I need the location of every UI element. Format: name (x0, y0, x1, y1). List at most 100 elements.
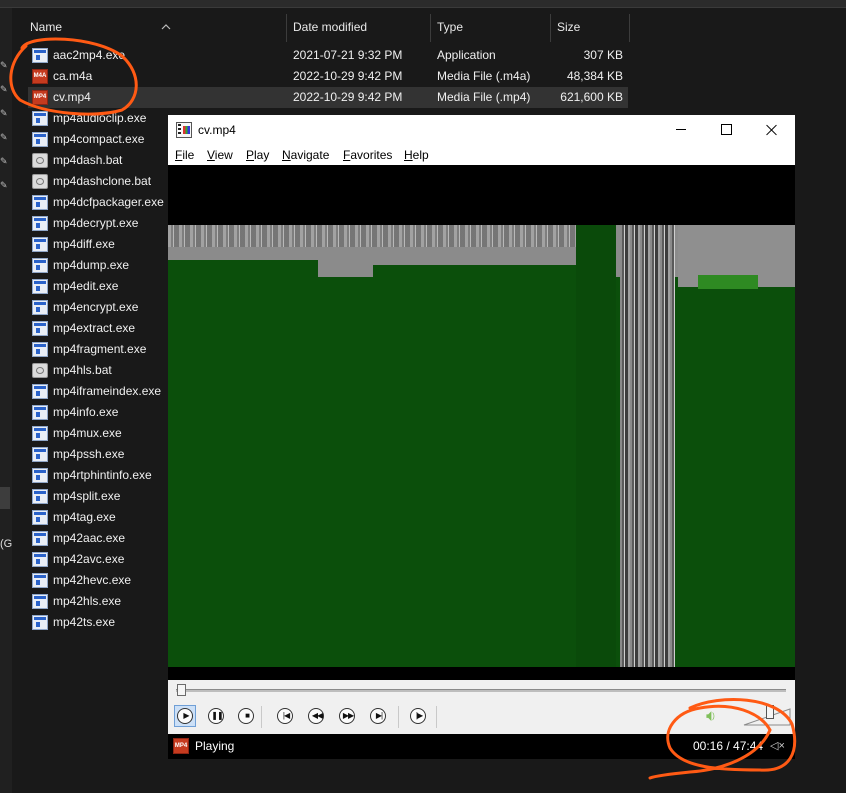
file-name: ca.m4a (53, 69, 93, 83)
file-date: 2021-07-21 9:32 PM (293, 48, 403, 62)
exe-file-icon (32, 342, 48, 357)
batch-file-icon (32, 153, 48, 168)
menu-help[interactable]: Help (404, 145, 429, 165)
playback-controls: 🔉︎ ▶ ❚❚ ■ |◀ ◀◀ ▶▶ ▶| |▶ (168, 700, 795, 734)
stop-button[interactable]: ■ (235, 705, 257, 727)
previous-icon: |◀ (277, 708, 293, 724)
exe-file-icon (32, 216, 48, 231)
pin-icon[interactable]: ✎ (0, 60, 10, 70)
menu-file[interactable]: File (175, 145, 194, 165)
file-name: mp4mux.exe (53, 426, 122, 440)
file-name: aac2mp4.exe (53, 48, 126, 62)
media-player-app-icon[interactable] (176, 122, 192, 138)
toolbar-separator (261, 706, 262, 728)
play-button[interactable]: ▶ (174, 705, 196, 727)
pin-icon[interactable]: ✎ (0, 108, 10, 118)
file-name: mp4encrypt.exe (53, 300, 139, 314)
file-row[interactable]: M4A ca.m4a 2022-10-29 9:42 PM Media File (.… (28, 66, 628, 87)
exe-file-icon (32, 594, 48, 609)
control-glyph: ▶ (183, 711, 189, 720)
video-artifact-lime (698, 275, 758, 289)
window-title: cv.mp4 (198, 123, 236, 137)
pin-icon[interactable]: ✎ (0, 180, 10, 190)
column-header-size[interactable]: Size (551, 14, 630, 42)
file-type: Media File (.mp4) (437, 90, 531, 104)
file-date: 2022-10-29 9:42 PM (293, 69, 403, 83)
file-name: mp4edit.exe (53, 279, 119, 293)
batch-file-icon (32, 363, 48, 378)
seek-track[interactable] (176, 689, 786, 692)
frame-step-button[interactable]: |▶ (407, 705, 429, 727)
close-button[interactable] (749, 115, 795, 145)
file-name: mp4hls.bat (53, 363, 112, 377)
exe-file-icon (32, 132, 48, 147)
exe-file-icon (32, 510, 48, 525)
title-bar[interactable]: cv.mp4 (168, 115, 795, 145)
file-name: mp4dash.bat (53, 153, 123, 167)
control-glyph: ❚❚ (211, 711, 223, 720)
pause-button[interactable]: ❚❚ (205, 705, 227, 727)
file-name: cv.mp4 (53, 90, 91, 104)
video-display[interactable] (168, 165, 795, 680)
column-headers: Name Date modified Type Size (12, 14, 630, 42)
file-name: mp4dcfpackager.exe (53, 195, 164, 209)
exe-file-icon (32, 552, 48, 567)
control-glyph: ▶▶ (342, 711, 354, 720)
file-row[interactable]: MP4 cv.mp4 2022-10-29 9:42 PM Media File (.… (28, 87, 628, 108)
next-button[interactable]: ▶| (367, 705, 389, 727)
exe-file-icon (32, 237, 48, 252)
column-header-name[interactable]: Name (24, 14, 287, 42)
pin-icon[interactable]: ✎ (0, 132, 10, 142)
file-name: mp4audioclip.exe (53, 111, 147, 125)
video-artifact-stripes (620, 225, 675, 667)
rewind-button[interactable]: ◀◀ (305, 705, 327, 727)
file-name: mp42avc.exe (53, 552, 125, 566)
volume-speaker-icon[interactable]: 🔉︎ (706, 708, 730, 726)
file-type: Application (437, 48, 496, 62)
navigation-selected-item[interactable] (0, 487, 10, 509)
column-header-type[interactable]: Type (431, 14, 551, 42)
playback-time: 00:16 / 47:44 (693, 739, 764, 753)
file-name: mp4info.exe (53, 405, 119, 419)
menu-favorites[interactable]: Favorites (343, 145, 392, 165)
mute-icon[interactable]: ◁× (770, 734, 785, 759)
fast-forward-button[interactable]: ▶▶ (336, 705, 358, 727)
file-name: mp42aac.exe (53, 531, 126, 545)
file-row[interactable]: aac2mp4.exe 2021-07-21 9:32 PM Application… (28, 45, 628, 66)
stop-icon: ■ (238, 708, 254, 724)
file-name: mp4iframeindex.exe (53, 384, 162, 398)
maximize-button[interactable] (703, 115, 749, 145)
fast-forward-icon: ▶▶ (339, 708, 355, 724)
file-name: mp4fragment.exe (53, 342, 147, 356)
seek-thumb[interactable] (177, 684, 187, 696)
control-glyph: |▶ (415, 711, 423, 720)
file-name: mp42ts.exe (53, 615, 116, 629)
menu-view[interactable]: View (207, 145, 233, 165)
file-name: mp4diff.exe (53, 237, 115, 251)
minimize-button[interactable] (658, 115, 704, 145)
menu-play[interactable]: Play (246, 145, 269, 165)
video-artifact-noise (168, 225, 578, 247)
seek-bar[interactable] (168, 680, 795, 700)
previous-button[interactable]: |◀ (274, 705, 296, 727)
pin-icon[interactable]: ✎ (0, 156, 10, 166)
exe-file-icon (32, 531, 48, 546)
file-date: 2022-10-29 9:42 PM (293, 90, 403, 104)
file-name: mp4extract.exe (53, 321, 136, 335)
media-file-icon: MP4 (173, 738, 189, 754)
exe-file-icon (32, 573, 48, 588)
exe-file-icon (32, 615, 48, 630)
control-glyph: ■ (245, 711, 250, 720)
pause-icon: ❚❚ (208, 708, 224, 724)
video-artifact-dark-stripe (576, 225, 616, 667)
volume-slider-thumb[interactable] (766, 705, 774, 719)
column-header-date[interactable]: Date modified (287, 14, 431, 42)
playback-state: Playing (195, 739, 235, 753)
pin-icon[interactable]: ✎ (0, 84, 10, 94)
navigation-drive-label[interactable]: (G (0, 538, 12, 550)
menu-bar: File View Play Navigate Favorites Help (168, 145, 795, 165)
file-size: 307 KB (583, 48, 623, 62)
file-name: mp4rtphintinfo.exe (53, 468, 152, 482)
toolbar-separator (398, 706, 399, 728)
menu-navigate[interactable]: Navigate (282, 145, 329, 165)
